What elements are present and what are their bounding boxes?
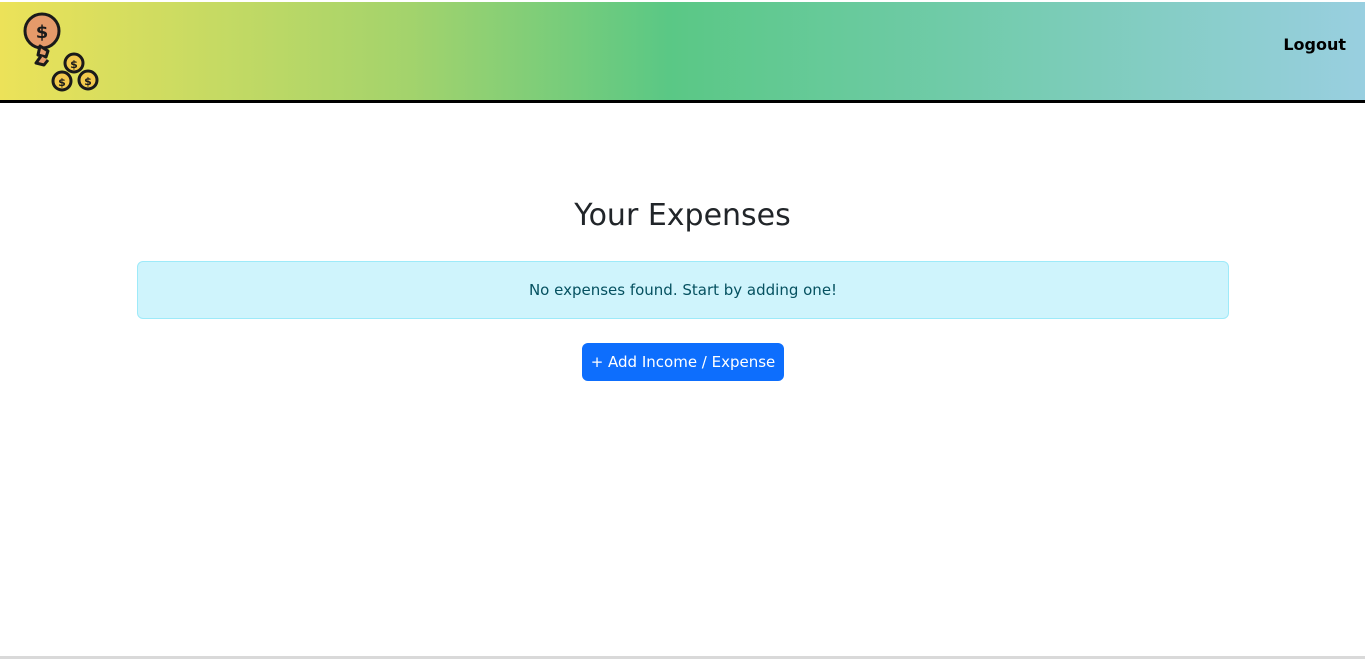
svg-text:$: $ — [70, 58, 78, 71]
svg-text:$: $ — [58, 76, 66, 89]
page-title: Your Expenses — [574, 198, 791, 233]
add-income-expense-button[interactable]: + Add Income / Expense — [582, 343, 784, 381]
logout-link[interactable]: Logout — [1283, 35, 1346, 54]
alert-text: No expenses found. Start by adding one! — [528, 281, 838, 299]
svg-text:$: $ — [36, 22, 49, 43]
empty-state-alert: No expenses found. Start by adding one! — [137, 261, 1229, 319]
money-bag-coins-icon[interactable]: $ $ $ $ — [18, 11, 102, 95]
navbar: $ $ $ $ Logout — [0, 2, 1365, 103]
svg-text:$: $ — [84, 75, 92, 88]
